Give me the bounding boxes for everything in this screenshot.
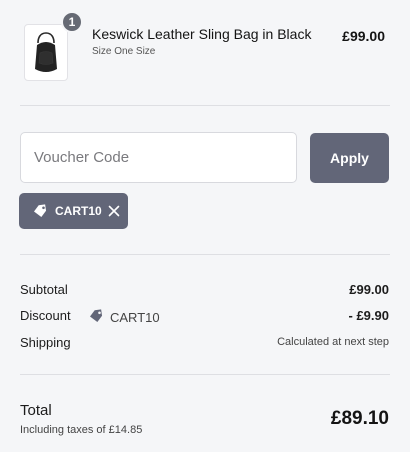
- product-size: Size One Size: [92, 46, 156, 57]
- product-title: Keswick Leather Sling Bag in Black: [92, 26, 312, 42]
- discount-code: CART10: [89, 309, 160, 326]
- divider: [20, 374, 390, 375]
- product-thumbnail: [24, 24, 68, 81]
- subtotal-label: Subtotal: [20, 282, 68, 297]
- remove-voucher-icon[interactable]: [108, 205, 120, 217]
- applied-voucher-chip: CART10: [19, 193, 128, 229]
- discount-label: Discount: [20, 308, 71, 323]
- discount-code-text: CART10: [110, 310, 160, 325]
- apply-button[interactable]: Apply: [310, 133, 389, 183]
- tax-note: Including taxes of £14.85: [20, 424, 143, 436]
- subtotal-value: £99.00: [349, 282, 389, 297]
- applied-voucher-code: CART10: [55, 204, 102, 218]
- voucher-code-input[interactable]: [20, 132, 297, 183]
- tag-icon: [89, 309, 105, 326]
- shipping-label: Shipping: [20, 335, 71, 350]
- shipping-value: Calculated at next step: [277, 336, 389, 348]
- product-price: £99.00: [342, 28, 385, 44]
- discount-value: - £9.90: [348, 308, 389, 323]
- tag-icon: [33, 204, 49, 218]
- total-label: Total: [20, 402, 52, 419]
- sling-bag-image: [35, 31, 57, 72]
- divider: [20, 105, 390, 106]
- quantity-badge: 1: [61, 11, 83, 33]
- divider: [20, 254, 390, 255]
- total-value: £89.10: [330, 408, 389, 429]
